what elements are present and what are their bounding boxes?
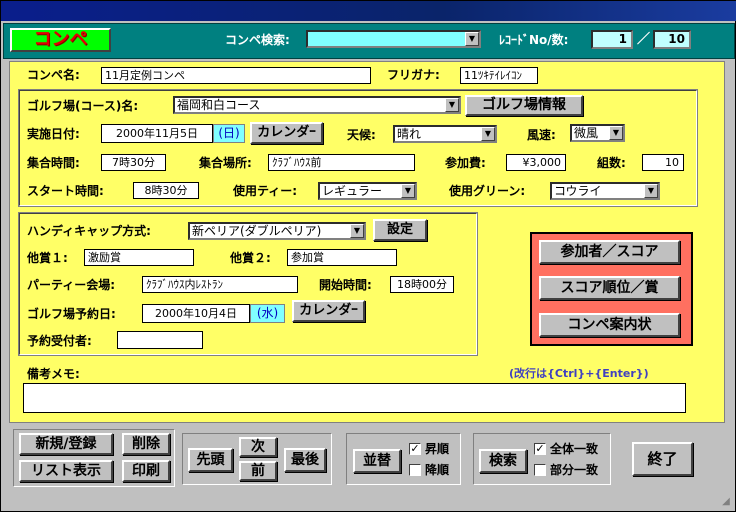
resize-grip-icon[interactable]: ◢ xyxy=(719,495,733,509)
course-combo[interactable]: 福岡和白コース ▼ xyxy=(173,96,461,114)
wind-value: 微風 xyxy=(574,126,599,140)
tee-label: 使用ティー: xyxy=(233,184,298,198)
party-start-input[interactable]: 18時00分 xyxy=(390,276,454,293)
groups-input[interactable]: 10 xyxy=(642,154,684,171)
party-label: パーティー会場: xyxy=(27,278,116,292)
green-combo[interactable]: コウライ ▼ xyxy=(550,182,660,200)
start-time-input[interactable]: 8時30分 xyxy=(133,182,199,199)
fee-input[interactable]: ¥3,000 xyxy=(506,154,566,171)
partial-match-label: 部分一致 xyxy=(550,463,599,477)
dropdown-arrow-icon[interactable]: ▼ xyxy=(401,184,415,198)
search-button[interactable]: 検索 xyxy=(479,449,527,473)
groups-label: 組数: xyxy=(597,156,626,170)
prize1-label: 他賞１: xyxy=(27,251,68,265)
green-value: コウライ xyxy=(554,184,602,198)
compe-search-combo[interactable]: ▼ xyxy=(306,30,481,48)
invitation-button[interactable]: コンペ案内状 xyxy=(539,313,680,337)
compe-search-label: コンペ検索: xyxy=(225,33,290,47)
asc-checkbox[interactable]: ✓ xyxy=(409,443,421,455)
reserve-calendar-button[interactable]: カレンダｰ xyxy=(292,300,365,322)
desc-checkbox[interactable] xyxy=(409,464,421,476)
wind-label: 風速: xyxy=(527,128,556,142)
wind-combo[interactable]: 微風 ▼ xyxy=(570,124,625,142)
party-start-label: 開始時間: xyxy=(319,278,372,292)
green-label: 使用グリーン: xyxy=(449,184,526,198)
record-count-field: 10 xyxy=(653,30,691,49)
prize2-input[interactable]: 参加賞 xyxy=(287,249,397,266)
start-time-label: スタート時間: xyxy=(27,184,104,198)
title-bar[interactable] xyxy=(1,1,736,21)
reserve-date-label: ゴルフ場予約日: xyxy=(27,307,116,321)
handicap-label: ハンディキャップ方式: xyxy=(27,224,151,238)
compe-name-input[interactable]: 11月定例コンペ xyxy=(101,67,371,84)
party-input[interactable]: ｸﾗﾌﾞﾊｳｽ内ﾚｽﾄﾗﾝ xyxy=(142,276,298,293)
memo-label: 備考メモ: xyxy=(27,367,80,381)
record-separator: ／ xyxy=(637,32,651,47)
exact-match-checkbox[interactable]: ✓ xyxy=(534,443,546,455)
exit-button[interactable]: 終了 xyxy=(632,442,693,476)
date-day-badge: (日) xyxy=(213,124,245,143)
sort-button[interactable]: 並替 xyxy=(353,449,401,473)
memo-hint: (改行は{Ctrl}+{Enter}) xyxy=(509,367,649,380)
tee-combo[interactable]: レギュラー ▼ xyxy=(318,182,417,200)
delete-button[interactable]: 削除 xyxy=(122,433,170,455)
receiver-label: 予約受付者: xyxy=(27,334,92,348)
dropdown-arrow-icon[interactable]: ▼ xyxy=(350,224,364,238)
meet-time-label: 集合時間: xyxy=(27,156,80,170)
prev-record-button[interactable]: 前 xyxy=(239,461,277,481)
asc-label: 昇順 xyxy=(425,442,450,456)
memo-textarea[interactable] xyxy=(23,383,686,413)
reserve-date-input[interactable]: 2000年10月4日 xyxy=(142,304,250,323)
compe-window: コンペ コンペ検索: ▼ ﾚｺｰﾄﾞNo/数: 1 ／ 10 コンペ名: 11月… xyxy=(0,0,736,512)
date-label: 実施日付: xyxy=(27,127,80,141)
prize2-label: 他賞２: xyxy=(230,251,271,265)
last-record-button[interactable]: 最後 xyxy=(284,448,326,472)
score-ranking-button[interactable]: スコア順位／賞 xyxy=(539,276,680,300)
reserve-day-badge: (水) xyxy=(250,304,285,323)
first-record-button[interactable]: 先頭 xyxy=(188,448,233,472)
course-value: 福岡和白コース xyxy=(177,98,261,112)
app-logo: コンペ xyxy=(10,28,111,52)
weather-value: 晴れ xyxy=(397,127,422,141)
prize1-input[interactable]: 激励賞 xyxy=(84,249,194,266)
dropdown-arrow-icon[interactable]: ▼ xyxy=(644,184,658,198)
fee-label: 参加費: xyxy=(445,156,486,170)
weather-combo[interactable]: 晴れ ▼ xyxy=(393,125,497,143)
dropdown-arrow-icon[interactable]: ▼ xyxy=(465,32,479,46)
participants-score-button[interactable]: 参加者／スコア xyxy=(539,240,680,264)
settings-button[interactable]: 設定 xyxy=(373,219,427,241)
dropdown-arrow-icon[interactable]: ▼ xyxy=(481,127,495,141)
partial-match-checkbox[interactable] xyxy=(534,464,546,476)
dropdown-arrow-icon[interactable]: ▼ xyxy=(609,126,623,140)
meet-place-label: 集合場所: xyxy=(199,156,252,170)
dropdown-arrow-icon[interactable]: ▼ xyxy=(445,98,459,112)
next-record-button[interactable]: 次 xyxy=(239,437,277,457)
meet-place-input[interactable]: ｸﾗﾌﾞﾊｳｽ前 xyxy=(268,154,415,171)
handicap-value: 新ペリア(ダブルペリア) xyxy=(192,224,322,238)
furigana-input[interactable]: 11ﾂｷﾃｲﾚｲｺﾝ xyxy=(460,67,538,84)
calendar-button[interactable]: カレンダｰ xyxy=(250,122,323,144)
compe-name-label: コンペ名: xyxy=(27,68,80,82)
tee-value: レギュラー xyxy=(322,184,383,198)
list-view-button[interactable]: リスト表示 xyxy=(19,460,113,482)
weather-label: 天候: xyxy=(347,128,376,142)
desc-label: 降順 xyxy=(425,463,450,477)
course-info-button[interactable]: ゴルフ場情報 xyxy=(465,95,583,116)
handicap-combo[interactable]: 新ペリア(ダブルペリア) ▼ xyxy=(188,222,366,240)
exact-match-label: 全体一致 xyxy=(550,442,599,456)
record-number-field[interactable]: 1 xyxy=(591,30,633,49)
course-label: ゴルフ場(コース)名: xyxy=(27,99,139,113)
record-label: ﾚｺｰﾄﾞNo/数: xyxy=(499,33,569,47)
receiver-input[interactable] xyxy=(117,331,203,349)
meet-time-input[interactable]: 7時30分 xyxy=(101,154,166,171)
new-register-button[interactable]: 新規/登録 xyxy=(19,433,113,455)
date-input[interactable]: 2000年11月5日 xyxy=(101,124,213,143)
print-button[interactable]: 印刷 xyxy=(122,460,170,482)
furigana-label: フリガナ: xyxy=(387,68,440,82)
